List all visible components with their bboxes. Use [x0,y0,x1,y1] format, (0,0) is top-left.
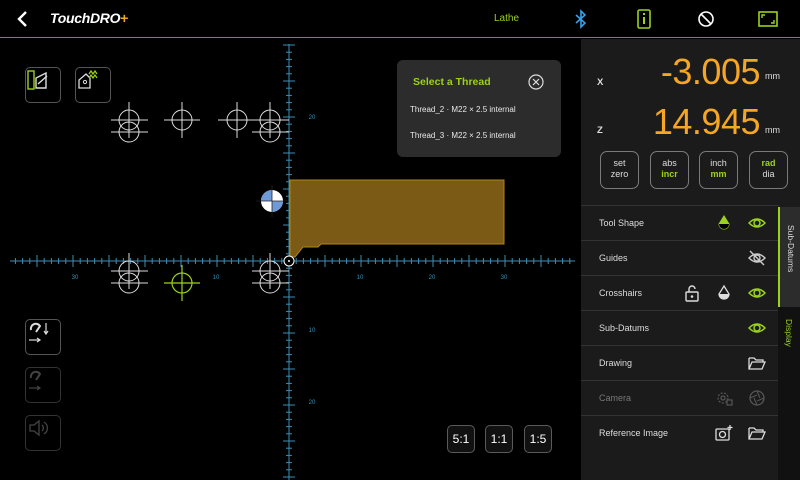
back-arrow-icon[interactable] [12,8,34,30]
x-unit: mm [765,71,780,81]
x-tick-label-10-right: 10 [357,275,364,281]
close-icon[interactable] [528,74,544,90]
aperture-icon [749,390,765,406]
x-tick-label-10-left: 10 [213,275,220,281]
x-tick-label-20-right: 20 [429,275,436,281]
crosshair [252,253,289,289]
drop-half-icon[interactable] [715,284,733,302]
thread-option[interactable]: Thread_2 · M22 × 2.5 internal [410,105,516,114]
z-readout[interactable]: 14.945 [653,101,761,143]
z-unit: mm [765,125,780,135]
thread-tool-icon [78,69,98,89]
pointer-off-icon[interactable] [695,8,717,30]
inch-mm-toggle[interactable]: inch mm [699,151,738,189]
eye-icon[interactable] [748,284,766,302]
thread-tool-button[interactable] [75,67,111,103]
crosshair [252,102,289,138]
x-tick-label-30-right: 30 [501,275,508,281]
camera-settings-icon [717,392,733,406]
drawing-canvas[interactable]: 30 10 10 20 30 20 10 10 20 [0,39,580,480]
tool-edit-button[interactable] [25,67,61,103]
magnet-tool-button[interactable] [25,319,61,355]
abs-incr-toggle[interactable]: abs incr [650,151,689,189]
add-photo-icon[interactable] [715,424,733,442]
info-icon[interactable] [633,8,655,30]
top-bar: TouchDRO+ Lathe [0,0,800,38]
eye-icon[interactable] [748,319,766,337]
eye-icon[interactable] [748,214,766,232]
z-tick-label-20-bottom: 20 [309,400,316,406]
active-crosshair [164,265,200,301]
row-camera: Camera [581,380,779,415]
z-tick-label-20-top: 20 [309,115,316,121]
zoom-1-1-button[interactable]: 1:1 [485,425,513,453]
row-guides[interactable]: Guides [581,240,779,275]
magnet-disabled-icon [29,370,42,391]
drop-fill-icon[interactable] [715,214,733,232]
row-sub-datums[interactable]: Sub-Datums [581,310,779,345]
x-axis-label: X [597,77,604,88]
tab-sub-datums[interactable]: Sub-Datums [778,207,800,307]
popup-title: Select a Thread [413,76,491,88]
x-tick-label-30-left: 30 [72,275,79,281]
x-readout[interactable]: -3.005 [661,51,761,93]
tool-edit-icon [27,70,48,90]
folder-open-icon[interactable] [748,424,766,442]
zoom-1-5-button[interactable]: 1:5 [524,425,552,453]
bluetooth-icon[interactable] [570,8,592,30]
magnet-alt-button[interactable] [25,367,61,403]
machine-mode-label[interactable]: Lathe [494,13,519,24]
sound-button[interactable] [25,415,61,451]
thread-select-popup: Select a Thread Thread_2 · M22 × 2.5 int… [397,60,561,157]
thread-option[interactable]: Thread_3 · M22 × 2.5 internal [410,131,516,140]
row-reference-image[interactable]: Reference Image [581,415,779,450]
crosshair [218,102,256,138]
side-tabs: Sub-Datums Display [778,207,800,480]
rad-dia-toggle[interactable]: rad dia [749,151,788,189]
crosshair [164,102,200,138]
app-logo: TouchDRO+ [50,10,129,26]
zoom-5-1-button[interactable]: 5:1 [447,425,475,453]
folder-open-icon[interactable] [748,354,766,372]
z-axis-label: Z [597,125,603,136]
datum-marker [256,185,288,217]
magnet-icon [29,322,49,343]
lock-open-icon[interactable] [683,284,701,302]
row-crosshairs[interactable]: Crosshairs [581,275,779,310]
stock-profile [289,179,505,258]
z-tick-label-10-bottom: 10 [309,328,316,334]
row-drawing[interactable]: Drawing [581,345,779,380]
row-tool-shape[interactable]: Tool Shape [581,205,779,240]
eye-off-icon[interactable] [748,249,766,267]
set-zero-button[interactable]: set zero [600,151,639,189]
speaker-icon [29,419,48,437]
tab-display[interactable]: Display [778,307,800,367]
fullscreen-icon[interactable] [757,8,779,30]
crosshair [111,102,148,138]
dro-panel: X -3.005 mm Z 14.945 mm set zero abs incr … [581,39,800,480]
